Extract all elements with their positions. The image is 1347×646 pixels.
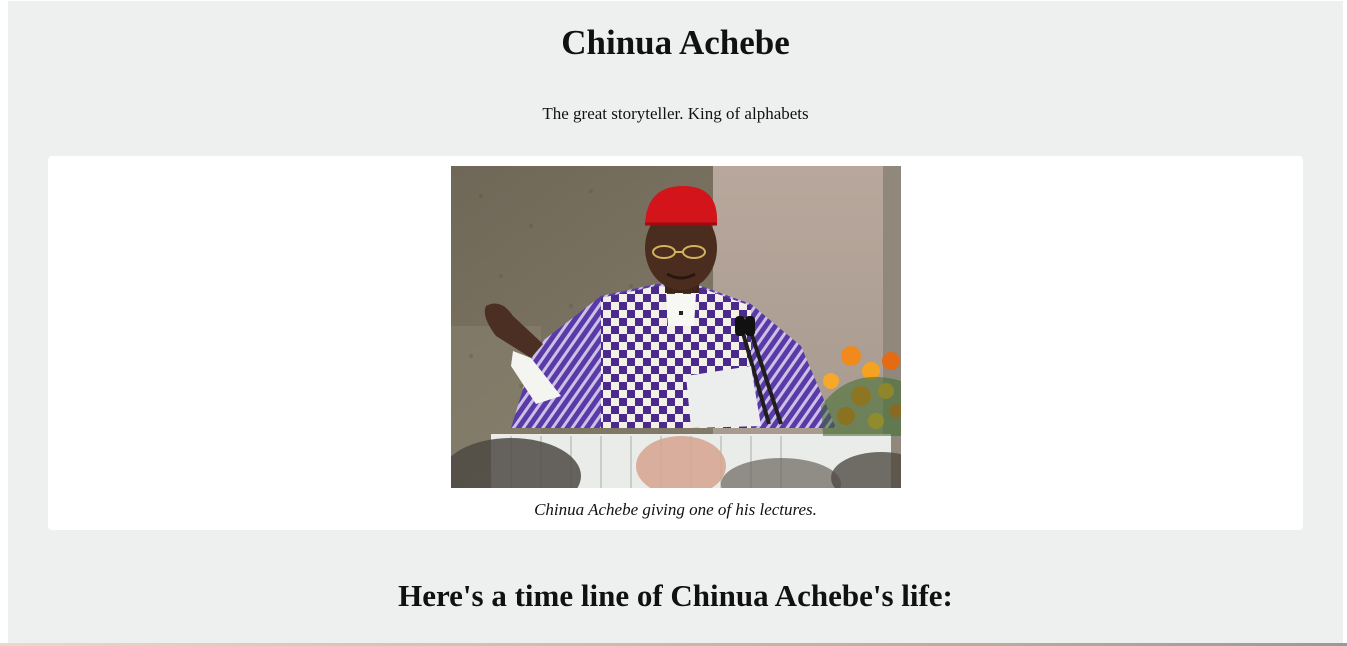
timeline-heading: Here's a time line of Chinua Achebe's li… bbox=[398, 578, 953, 613]
portrait-photo bbox=[451, 166, 901, 488]
page-title: Chinua Achebe bbox=[561, 23, 790, 62]
main-content: Chinua Achebe The great storyteller. Kin… bbox=[8, 1, 1343, 646]
image-card: Chinua Achebe giving one of his lectures… bbox=[48, 156, 1303, 530]
photo-illustration bbox=[451, 166, 901, 488]
image-caption: Chinua Achebe giving one of his lectures… bbox=[534, 500, 817, 519]
page-tagline: The great storyteller. King of alphabets bbox=[542, 104, 809, 123]
